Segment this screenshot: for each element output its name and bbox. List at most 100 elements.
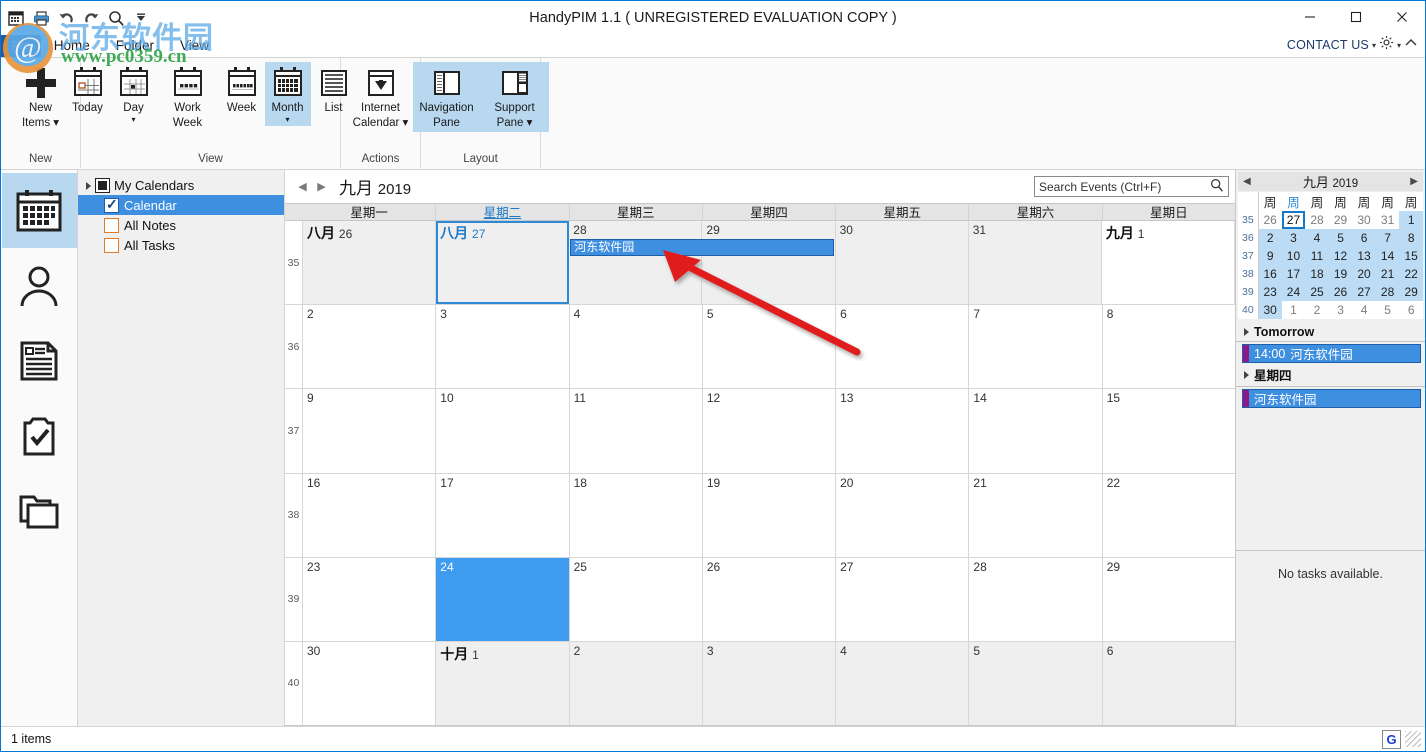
calendar-day-cell[interactable]: 28 xyxy=(569,221,703,305)
calendar-day-cell[interactable]: 22 xyxy=(1102,473,1235,557)
calendar-day-cell[interactable]: 12 xyxy=(702,389,837,473)
mini-calendar-day[interactable]: 30 xyxy=(1352,211,1376,229)
mini-calendar-day[interactable]: 17 xyxy=(1281,265,1306,283)
search-box[interactable] xyxy=(1034,176,1229,197)
tab-view[interactable]: View xyxy=(167,34,222,57)
calendar-day-cell[interactable]: 7 xyxy=(969,305,1103,389)
prev-month-button[interactable]: ◀ xyxy=(293,176,312,198)
module-notes[interactable] xyxy=(2,323,77,398)
undo-icon[interactable] xyxy=(55,7,77,29)
calendar-day-cell[interactable]: 11 xyxy=(569,389,703,473)
internet-calendar-button[interactable]: Internet Calendar ▾ xyxy=(347,62,415,132)
calendar-day-cell[interactable]: 26 xyxy=(702,557,837,641)
resize-grip[interactable] xyxy=(1405,731,1421,747)
support-pane-button[interactable]: Support Pane ▾ xyxy=(480,62,549,132)
mini-calendar-day[interactable]: 26 xyxy=(1258,211,1282,229)
mini-calendar-day[interactable]: 1 xyxy=(1399,211,1423,229)
tree-root-my-calendars[interactable]: My Calendars xyxy=(78,176,284,195)
my-calendars-checkbox[interactable] xyxy=(95,178,110,193)
calendar-day-cell[interactable]: 13 xyxy=(836,389,970,473)
today-button[interactable]: Today xyxy=(65,62,111,117)
calendar-day-cell[interactable]: 29 xyxy=(702,221,836,305)
month-button[interactable]: Month ▾ xyxy=(264,62,311,126)
expand-triangle-icon[interactable] xyxy=(1244,370,1249,379)
calendar-day-cell[interactable]: 28 xyxy=(969,557,1103,641)
mini-calendar-day[interactable]: 9 xyxy=(1258,247,1282,265)
mini-calendar-day[interactable]: 6 xyxy=(1352,229,1376,247)
work-week-button[interactable]: Work Week xyxy=(157,62,219,132)
calendar-day-cell[interactable]: 4 xyxy=(569,305,703,389)
mini-calendar-day[interactable]: 10 xyxy=(1281,247,1306,265)
calendar-day-cell[interactable]: 6 xyxy=(1102,641,1235,726)
mini-calendar-day[interactable]: 5 xyxy=(1375,301,1400,319)
next-month-button[interactable]: ▶ xyxy=(312,176,331,198)
agenda-item[interactable]: 河东软件园 xyxy=(1242,389,1421,408)
mini-calendar-day[interactable]: 27 xyxy=(1281,211,1306,229)
calendar-day-cell[interactable]: 3 xyxy=(702,641,837,726)
navigation-pane-button[interactable]: Navigation Pane xyxy=(412,62,481,132)
day-button[interactable]: Day ▾ xyxy=(111,62,157,126)
sidebar-item-calendar[interactable]: Calendar xyxy=(78,195,284,215)
calendar-day-cell[interactable]: 5 xyxy=(969,641,1103,726)
mini-calendar-day[interactable]: 11 xyxy=(1305,247,1329,265)
sidebar-item-all-notes[interactable]: All Notes xyxy=(78,215,284,235)
module-calendar[interactable] xyxy=(1,173,77,248)
week-button[interactable]: Week xyxy=(219,62,265,117)
mini-calendar-day[interactable]: 24 xyxy=(1281,283,1306,301)
mini-calendar-day[interactable]: 28 xyxy=(1375,283,1400,301)
calendar-day-cell[interactable]: 31 xyxy=(968,221,1102,305)
mini-calendar-day[interactable]: 26 xyxy=(1328,283,1353,301)
calendar-day-cell[interactable]: 23 xyxy=(303,557,437,641)
calendar-day-cell[interactable]: 2 xyxy=(303,305,437,389)
mini-calendar-day[interactable]: 29 xyxy=(1399,283,1423,301)
chevron-down-icon[interactable]: ▾ xyxy=(1372,41,1376,50)
calendar-day-cell[interactable]: 17 xyxy=(436,473,570,557)
gear-icon[interactable] xyxy=(1379,35,1394,55)
chevron-down-icon-month[interactable]: ▾ xyxy=(285,116,289,124)
agenda-group-header[interactable]: Tomorrow xyxy=(1236,323,1425,342)
calendar-day-cell[interactable]: 14 xyxy=(969,389,1103,473)
mini-calendar-day[interactable]: 2 xyxy=(1305,301,1329,319)
all-notes-checkbox[interactable] xyxy=(104,217,119,233)
minimize-button[interactable] xyxy=(1287,1,1333,33)
search-icon[interactable] xyxy=(1210,178,1224,195)
calendar-day-cell[interactable]: 29 xyxy=(1102,557,1235,641)
mini-calendar-day[interactable]: 18 xyxy=(1305,265,1329,283)
agenda-group-header[interactable]: 星期四 xyxy=(1236,363,1425,387)
calendar-day-cell[interactable]: 9 xyxy=(303,389,437,473)
mini-calendar-day[interactable]: 23 xyxy=(1258,283,1282,301)
mini-calendar-day[interactable]: 29 xyxy=(1328,211,1353,229)
print-icon[interactable] xyxy=(30,7,52,29)
calendar-day-cell[interactable]: 15 xyxy=(1102,389,1235,473)
mini-calendar-day[interactable]: 3 xyxy=(1328,301,1353,319)
calendar-day-cell[interactable]: 16 xyxy=(303,473,437,557)
calendar-day-cell[interactable]: 九月 1 xyxy=(1101,221,1235,305)
all-tasks-checkbox[interactable] xyxy=(104,237,119,253)
mini-calendar-day[interactable]: 5 xyxy=(1328,229,1353,247)
mini-calendar-day[interactable]: 2 xyxy=(1258,229,1282,247)
mini-calendar-day[interactable]: 8 xyxy=(1399,229,1423,247)
mini-calendar-day[interactable]: 12 xyxy=(1328,247,1353,265)
calendar-day-cell[interactable]: 八月 27 xyxy=(436,221,570,305)
contact-us-link[interactable]: CONTACT US xyxy=(1287,38,1369,52)
calendar-day-cell[interactable]: 24 xyxy=(436,557,570,641)
tab-file[interactable]: File xyxy=(1,35,41,57)
mini-calendar-day[interactable]: 14 xyxy=(1375,247,1400,265)
expand-triangle-icon[interactable] xyxy=(86,181,91,190)
module-contacts[interactable] xyxy=(2,248,77,323)
chevron-down-icon-day[interactable]: ▾ xyxy=(131,116,135,124)
sidebar-item-all-tasks[interactable]: All Tasks xyxy=(78,235,284,255)
mini-calendar-day[interactable]: 1 xyxy=(1281,301,1306,319)
mini-calendar-day[interactable]: 28 xyxy=(1305,211,1329,229)
maximize-button[interactable] xyxy=(1333,1,1379,33)
mini-calendar-day[interactable]: 13 xyxy=(1352,247,1376,265)
module-folders[interactable] xyxy=(2,473,77,548)
mini-prev-button[interactable]: ◀ xyxy=(1243,176,1251,187)
find-icon[interactable] xyxy=(105,7,127,29)
mini-calendar-day[interactable]: 31 xyxy=(1375,211,1400,229)
calendar-day-cell[interactable]: 8 xyxy=(1102,305,1235,389)
mini-calendar-day[interactable]: 25 xyxy=(1305,283,1329,301)
module-tasks[interactable] xyxy=(2,398,77,473)
mini-calendar-day[interactable]: 4 xyxy=(1305,229,1329,247)
mini-calendar-day[interactable]: 20 xyxy=(1352,265,1376,283)
